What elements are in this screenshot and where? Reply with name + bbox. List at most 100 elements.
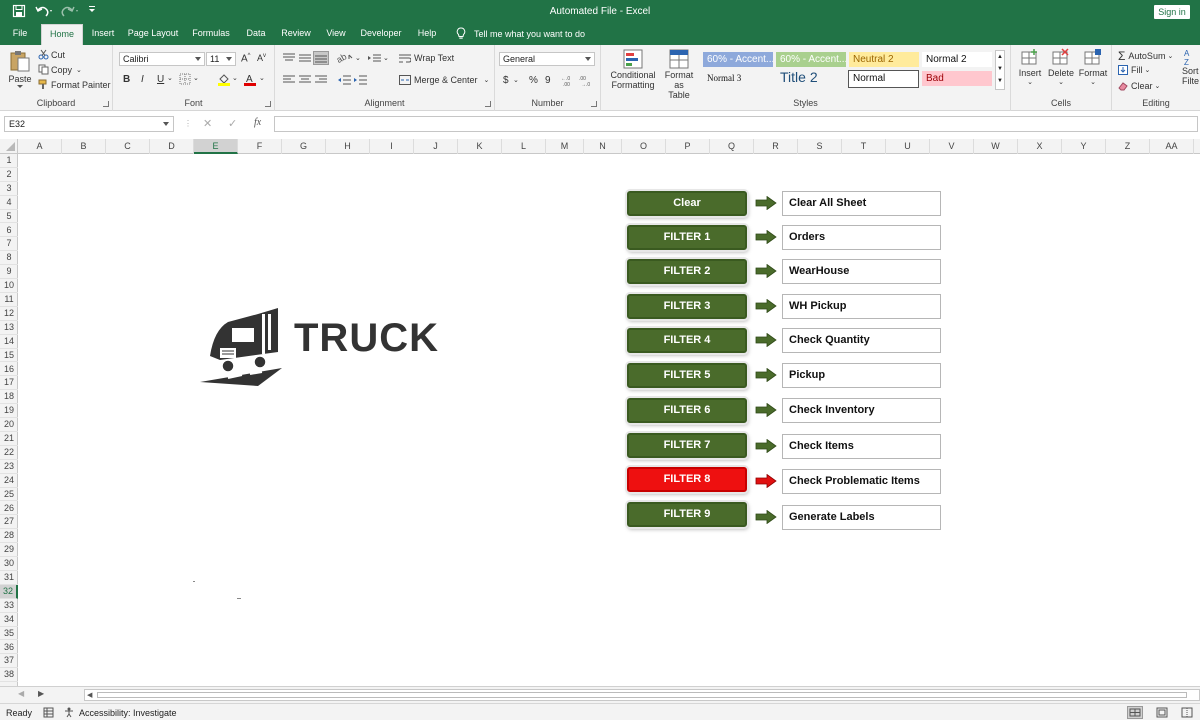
row-header[interactable]: 37 bbox=[0, 654, 18, 669]
format-cells-dropdown-icon[interactable]: ⌄ bbox=[1077, 78, 1109, 86]
alignment-launcher-icon[interactable] bbox=[485, 101, 491, 107]
delete-cells-dropdown-icon[interactable]: ⌄ bbox=[1046, 78, 1076, 86]
italic-button[interactable]: I bbox=[141, 74, 144, 85]
formula-input[interactable] bbox=[274, 116, 1198, 132]
align-left-icon[interactable] bbox=[283, 75, 295, 85]
decrease-font-size-icon[interactable]: Av bbox=[257, 53, 266, 63]
column-header[interactable]: Z bbox=[1106, 139, 1150, 154]
insert-cells-button[interactable]: Insert ⌄ bbox=[1015, 48, 1045, 86]
column-header[interactable]: B bbox=[62, 139, 106, 154]
column-header[interactable]: G bbox=[282, 139, 326, 154]
clear-dropdown-icon[interactable]: ⌄ bbox=[1155, 82, 1161, 90]
font-color-icon[interactable]: A bbox=[243, 72, 257, 86]
tab-insert[interactable]: Insert bbox=[86, 24, 120, 45]
tab-data[interactable]: Data bbox=[240, 24, 272, 45]
row-header[interactable]: 10 bbox=[0, 279, 18, 293]
tab-home[interactable]: Home bbox=[41, 24, 83, 45]
row-header[interactable]: 16 bbox=[0, 363, 18, 377]
paste-button[interactable]: Paste bbox=[6, 49, 34, 88]
autosum-button[interactable]: Σ AutoSum ⌄ bbox=[1118, 49, 1173, 63]
row-header[interactable]: 13 bbox=[0, 321, 18, 335]
row-header[interactable]: 3 bbox=[0, 182, 18, 196]
column-header[interactable]: I bbox=[370, 139, 414, 154]
clear-button[interactable]: Clear ⌄ bbox=[1118, 81, 1160, 91]
cell-style-60-accent-2[interactable]: 60% - Accent... bbox=[776, 52, 846, 67]
column-header[interactable]: O bbox=[622, 139, 666, 154]
row-header[interactable]: 5 bbox=[0, 210, 18, 224]
column-header[interactable]: H bbox=[326, 139, 370, 154]
cell-style-normal-2[interactable]: Normal 2 bbox=[922, 52, 992, 67]
comma-button[interactable]: 9 bbox=[545, 75, 551, 86]
row-header[interactable]: 17 bbox=[0, 376, 18, 391]
column-header[interactable]: D bbox=[150, 139, 194, 154]
row-header[interactable]: 6 bbox=[0, 224, 18, 238]
increase-indent-icon[interactable] bbox=[353, 74, 367, 86]
row-header[interactable]: 26 bbox=[0, 502, 18, 516]
row-header[interactable]: 18 bbox=[0, 390, 18, 405]
indent-rtl-dropdown-icon[interactable]: ⌄ bbox=[383, 54, 389, 62]
row-header[interactable]: 14 bbox=[0, 335, 18, 349]
scroll-thumb[interactable] bbox=[97, 692, 1187, 698]
sort-filter-button[interactable]: AZ Sort Filte bbox=[1182, 48, 1200, 86]
tab-formulas[interactable]: Formulas bbox=[186, 24, 236, 45]
font-color-dropdown-icon[interactable]: ⌄ bbox=[259, 74, 265, 82]
cancel-icon[interactable]: ✕ bbox=[203, 117, 212, 130]
fill-color-dropdown-icon[interactable]: ⌄ bbox=[232, 74, 238, 82]
orientation-dropdown-icon[interactable]: ⌄ bbox=[355, 54, 361, 62]
scroll-right-icon[interactable]: ▶ bbox=[38, 689, 44, 698]
name-box[interactable]: E32 bbox=[4, 116, 174, 132]
number-launcher-icon[interactable] bbox=[591, 101, 597, 107]
align-center-icon[interactable] bbox=[299, 75, 311, 85]
row-header[interactable]: 4 bbox=[0, 196, 18, 210]
row-header[interactable]: 9 bbox=[0, 265, 18, 280]
row-header[interactable]: 11 bbox=[0, 293, 18, 307]
row-header[interactable]: 32 bbox=[0, 584, 18, 599]
row-header[interactable]: 21 bbox=[0, 432, 18, 446]
autosum-dropdown-icon[interactable]: ⌄ bbox=[1167, 52, 1173, 60]
scroll-left-arrow-icon[interactable]: ◀ bbox=[87, 691, 92, 699]
increase-font-size-icon[interactable]: A^ bbox=[241, 53, 251, 64]
align-top-icon[interactable] bbox=[283, 53, 295, 63]
styles-gallery-scroll[interactable]: ▲ ▼ ▼ bbox=[995, 50, 1005, 90]
row-header[interactable]: 2 bbox=[0, 168, 18, 182]
align-bottom-icon[interactable] bbox=[313, 51, 329, 65]
filter-6-button[interactable]: FILTER 6 bbox=[627, 398, 747, 423]
row-header[interactable]: 25 bbox=[0, 488, 18, 502]
column-header[interactable]: R bbox=[754, 139, 798, 154]
select-all-button[interactable] bbox=[0, 139, 18, 154]
gallery-more-icon[interactable]: ▼ bbox=[996, 75, 1004, 87]
column-header[interactable]: K bbox=[458, 139, 502, 154]
column-header[interactable]: Y bbox=[1062, 139, 1106, 154]
cut-button[interactable]: Cut bbox=[38, 49, 65, 60]
row-header[interactable]: 30 bbox=[0, 557, 18, 571]
bold-button[interactable]: B bbox=[123, 74, 130, 85]
column-header[interactable]: Q bbox=[710, 139, 754, 154]
column-header[interactable]: L bbox=[502, 139, 546, 154]
tab-developer[interactable]: Developer bbox=[356, 24, 406, 45]
column-header[interactable]: C bbox=[106, 139, 150, 154]
horizontal-scrollbar[interactable]: ◀ bbox=[84, 689, 1200, 701]
cell-style-normal[interactable]: Normal bbox=[848, 70, 919, 88]
scroll-up-icon[interactable]: ▲ bbox=[996, 51, 1004, 63]
column-header[interactable]: W bbox=[974, 139, 1018, 154]
normal-view-icon[interactable] bbox=[1127, 706, 1143, 719]
fill-button[interactable]: Fill ⌄ bbox=[1118, 65, 1150, 75]
insert-function-icon[interactable]: fx bbox=[254, 117, 261, 128]
row-header[interactable]: 22 bbox=[0, 446, 18, 460]
filter-8-button[interactable]: FILTER 8 bbox=[627, 467, 747, 492]
column-header[interactable]: T bbox=[842, 139, 886, 154]
column-header[interactable]: U bbox=[886, 139, 930, 154]
row-header[interactable]: 8 bbox=[0, 251, 18, 266]
page-break-view-icon[interactable] bbox=[1180, 707, 1194, 718]
row-header[interactable]: 7 bbox=[0, 237, 18, 252]
fill-dropdown-icon[interactable]: ⌄ bbox=[1145, 66, 1151, 74]
clear-button[interactable]: Clear bbox=[627, 191, 747, 216]
merge-center-button[interactable]: Merge & Center ⌄ bbox=[399, 75, 489, 85]
column-header[interactable]: P bbox=[666, 139, 710, 154]
column-header[interactable]: S bbox=[798, 139, 842, 154]
row-header[interactable]: 28 bbox=[0, 529, 18, 544]
wrap-text-button[interactable]: Wrap Text bbox=[399, 53, 454, 63]
font-size-select[interactable]: 11 bbox=[206, 52, 236, 66]
cell-style-60-accent-1[interactable]: 60% - Accent... bbox=[703, 52, 773, 67]
cell-style-title-2[interactable]: Title 2 bbox=[776, 68, 846, 86]
